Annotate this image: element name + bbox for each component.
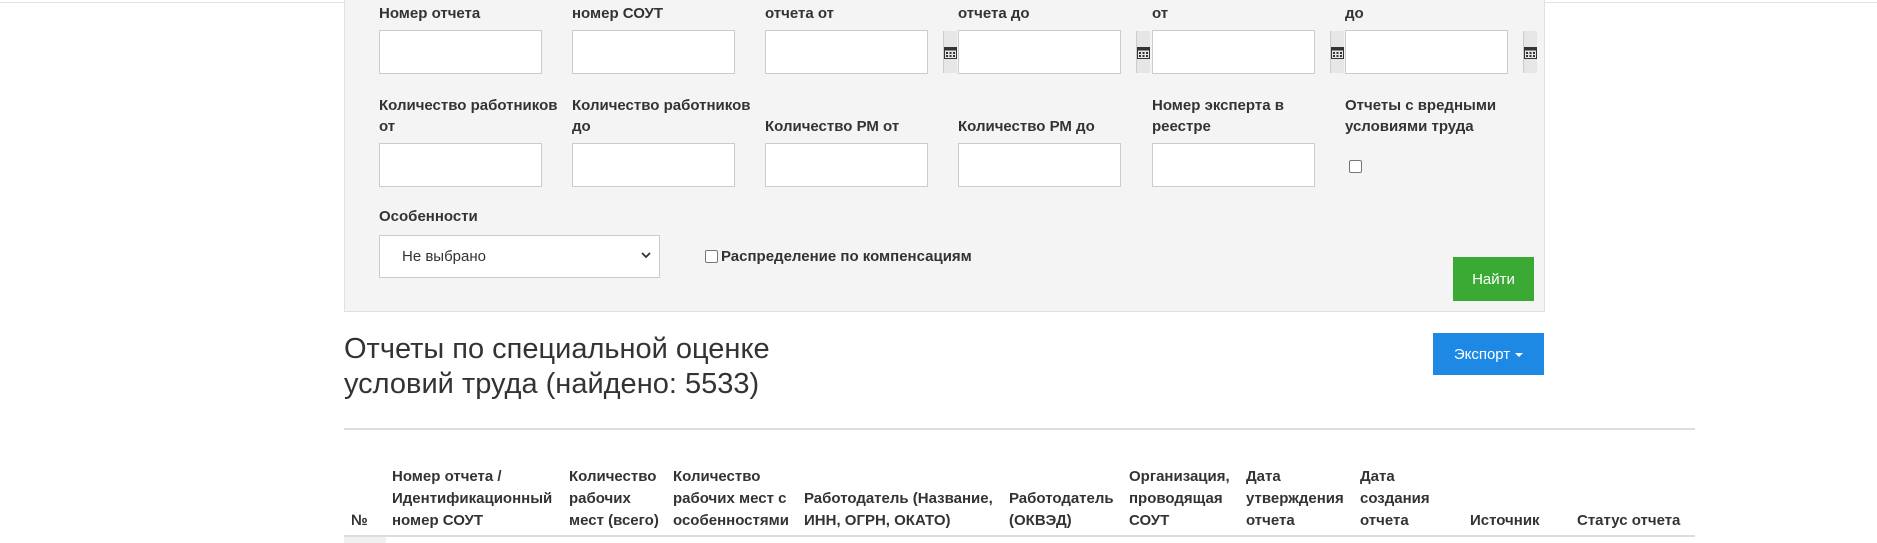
column-header-sout-organization[interactable]: Организация, проводящая СОУТ: [1129, 466, 1244, 532]
report-number-input[interactable]: [379, 30, 542, 74]
date-to-calendar-button[interactable]: [1523, 31, 1537, 73]
report-date-from-label: отчета от: [765, 5, 834, 22]
export-button[interactable]: Экспорт: [1433, 333, 1544, 375]
sout-number-input[interactable]: [572, 30, 735, 74]
report-date-from-text[interactable]: [766, 31, 943, 73]
reports-table: № Номер отчета / Идентификационный номер…: [344, 428, 1695, 543]
column-header-workplaces-total[interactable]: Количество рабочих мест (всего): [569, 466, 664, 532]
workers-to-input[interactable]: [572, 143, 735, 187]
rm-to-field: Количество РМ до: [958, 94, 1121, 187]
date-from-input[interactable]: [1152, 30, 1344, 74]
report-number-field: Номер отчета: [379, 0, 542, 74]
filter-panel: Номер отчета номер СОУТ отчета от отчета…: [344, 0, 1545, 312]
report-number-label: Номер отчета: [379, 5, 481, 22]
date-to-text[interactable]: [1346, 31, 1523, 73]
column-header-source[interactable]: Источник: [1470, 510, 1560, 532]
column-header-number[interactable]: №: [351, 510, 381, 532]
calendar-icon: [1137, 46, 1150, 59]
report-date-to-field: отчета до: [958, 0, 1150, 74]
date-to-label: до: [1345, 5, 1364, 22]
find-button[interactable]: Найти: [1453, 257, 1534, 301]
compensation-option[interactable]: Распределение по компенсациям: [705, 248, 972, 265]
report-date-to-label: отчета до: [958, 5, 1030, 22]
column-header-status[interactable]: Статус отчета: [1577, 510, 1692, 532]
rm-from-label: Количество РМ от: [765, 118, 900, 135]
column-header-approval-date[interactable]: Дата утверждения отчета: [1246, 466, 1358, 532]
column-header-employer-okved[interactable]: Работодатель (ОКВЭД): [1009, 488, 1124, 532]
column-header-creation-date[interactable]: Дата создания отчета: [1360, 466, 1438, 532]
calendar-icon: [944, 46, 957, 59]
features-select[interactable]: Не выбрано: [379, 235, 660, 278]
compensation-checkbox[interactable]: [705, 250, 718, 263]
workers-to-label: Количество работников до: [572, 97, 751, 135]
results-title: Отчеты по специальной оценке условий тру…: [344, 333, 770, 400]
harmful-conditions-label: Отчеты с вредными условиями труда: [1345, 97, 1497, 135]
column-header-employer[interactable]: Работодатель (Название, ИНН, ОГРН, ОКАТО…: [804, 488, 1004, 532]
expert-number-field: Номер эксперта в реестре: [1152, 94, 1315, 187]
column-header-report-id[interactable]: Номер отчета / Идентификационный номер С…: [392, 466, 557, 532]
table-row: [344, 537, 386, 543]
harmful-conditions-checkbox[interactable]: [1349, 160, 1362, 173]
sout-number-field: номер СОУТ: [572, 0, 735, 74]
chevron-down-icon: [641, 252, 651, 259]
caret-down-icon: [1515, 353, 1524, 357]
date-from-text[interactable]: [1153, 31, 1330, 73]
rm-from-input[interactable]: [765, 143, 928, 187]
date-from-calendar-button[interactable]: [1330, 31, 1344, 73]
rm-to-label: Количество РМ до: [958, 118, 1095, 135]
rm-to-input[interactable]: [958, 143, 1121, 187]
features-selected-value: Не выбрано: [402, 248, 486, 265]
workers-to-field: Количество работников до: [572, 94, 750, 187]
harmful-conditions-field: Отчеты с вредными условиями труда: [1345, 94, 1508, 187]
report-date-from-field: отчета от: [765, 0, 957, 74]
date-from-label: от: [1152, 5, 1169, 22]
date-to-input[interactable]: [1345, 30, 1537, 74]
workers-from-input[interactable]: [379, 143, 542, 187]
date-from-field: от: [1152, 0, 1344, 74]
calendar-icon: [1331, 46, 1344, 59]
column-header-workplaces-special[interactable]: Количество рабочих мест с особенностями: [673, 466, 798, 532]
expert-number-label: Номер эксперта в реестре: [1152, 97, 1284, 135]
report-date-to-input[interactable]: [958, 30, 1150, 74]
calendar-icon: [1524, 46, 1537, 59]
report-date-to-calendar-button[interactable]: [1136, 31, 1150, 73]
rm-from-field: Количество РМ от: [765, 94, 928, 187]
expert-number-input[interactable]: [1152, 143, 1315, 187]
workers-from-label: Количество работников от: [379, 97, 558, 135]
report-date-from-input[interactable]: [765, 30, 957, 74]
workers-from-field: Количество работников от: [379, 94, 557, 187]
report-date-from-calendar-button[interactable]: [943, 31, 957, 73]
export-button-label: Экспорт: [1453, 345, 1511, 363]
date-to-field: до: [1345, 0, 1537, 74]
compensation-label: Распределение по компенсациям: [721, 248, 972, 265]
table-header-divider: [344, 535, 1695, 537]
report-date-to-text[interactable]: [959, 31, 1136, 73]
sout-number-label: номер СОУТ: [572, 5, 664, 22]
features-label: Особенности: [379, 208, 478, 225]
